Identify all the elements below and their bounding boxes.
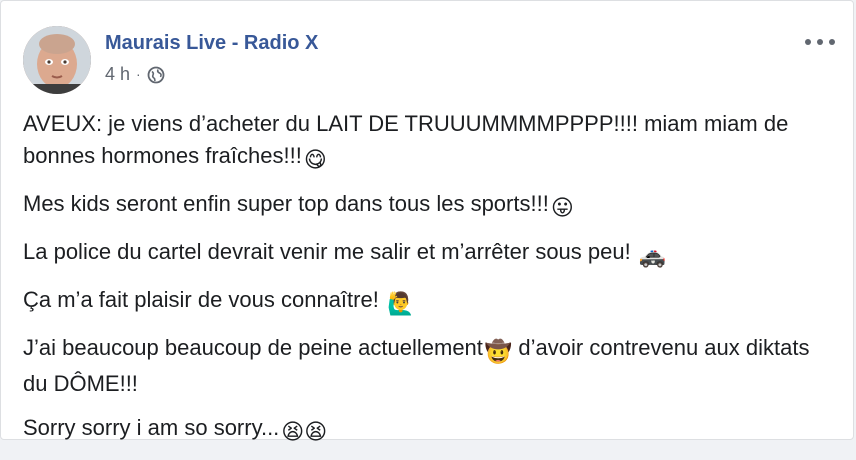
post-paragraph: Ça m’a fait plaisir de vous connaître! 🙋… — [23, 284, 835, 320]
post-paragraph: La police du cartel devrait venir me sal… — [23, 236, 835, 272]
page-name-link[interactable]: Maurais Live - Radio X — [105, 32, 318, 55]
tongue-out-emoji-icon: 😛 — [550, 195, 574, 220]
dot-icon — [817, 39, 823, 45]
post-header: Maurais Live - Radio X 4 h · — [23, 26, 843, 96]
tired-face-emoji-icon: 😫😫 — [281, 419, 328, 444]
police-car-emoji-icon: 🚓 — [638, 243, 667, 268]
avatar[interactable] — [23, 26, 91, 94]
yum-emoji-icon: 😋 — [303, 147, 327, 172]
post-meta: 4 h · — [105, 64, 165, 85]
cowboy-emoji-icon: 🤠 — [484, 339, 513, 364]
post-paragraph: AVEUX: je viens d’acheter du LAIT DE TRU… — [23, 108, 835, 176]
post-paragraph: Sorry sorry i am so sorry...😫😫 — [23, 412, 835, 448]
dot-icon — [829, 39, 835, 45]
meta-separator: · — [136, 65, 141, 82]
avatar-photo-icon — [23, 26, 91, 94]
globe-icon[interactable] — [147, 66, 165, 84]
more-options-icon[interactable] — [805, 32, 835, 52]
dot-icon — [805, 39, 811, 45]
post-timestamp[interactable]: 4 h — [105, 64, 130, 85]
post-paragraph: J’ai beaucoup beaucoup de peine actuelle… — [23, 335, 810, 396]
post-card: Maurais Live - Radio X 4 h · AVEUX: je v… — [0, 0, 854, 444]
post-text: AVEUX: je viens d’acheter du LAIT DE TRU… — [23, 108, 835, 460]
post-paragraph: Mes kids seront enfin super top dans tou… — [23, 188, 835, 224]
raising-hand-emoji-icon: 🙋‍♂️ — [386, 291, 415, 316]
